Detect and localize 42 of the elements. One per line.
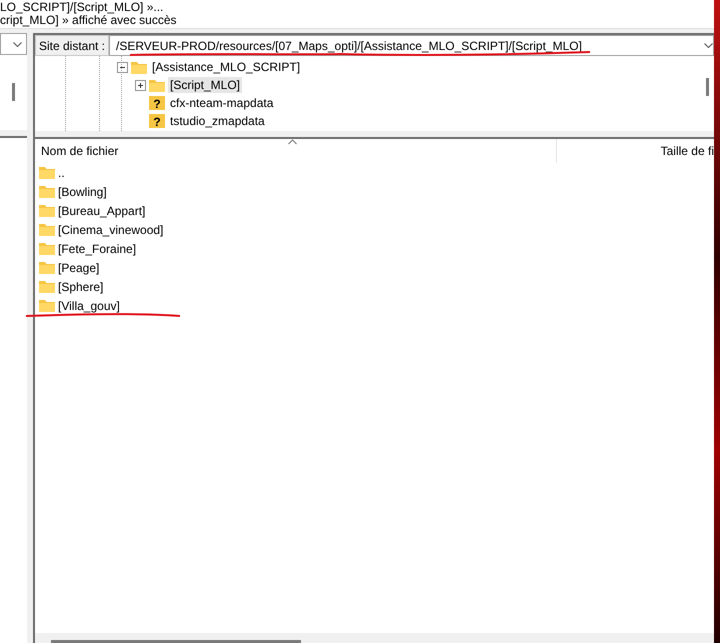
chevron-down-icon: [704, 43, 713, 48]
file-name[interactable]: [Sphere]: [58, 280, 104, 294]
chevron-down-icon: [13, 42, 22, 46]
folder-icon: [39, 204, 55, 217]
folder-icon: [39, 280, 55, 293]
local-path-dropdown[interactable]: [0, 33, 27, 55]
log-line: cript_MLO] » affiché avec succès: [0, 14, 178, 27]
scrollbar-thumb[interactable]: [706, 78, 708, 96]
scrollbar-thumb[interactable]: [12, 83, 15, 101]
file-name[interactable]: [Villa_gouv]: [58, 298, 120, 312]
column-header[interactable]: Taille de fi: [557, 139, 714, 163]
scrollbar-thumb[interactable]: [51, 640, 301, 643]
log-line: LO_SCRIPT]/[Script_MLO] »...: [0, 1, 164, 14]
field-label: Site distant :: [35, 35, 109, 56]
file-name[interactable]: [Bowling]: [58, 184, 107, 198]
file-name[interactable]: [Bureau_Appart]: [58, 204, 146, 218]
column-header[interactable]: Nom de fichier: [35, 139, 557, 163]
folder-icon: [39, 299, 55, 312]
unknown-file-icon: ?: [149, 96, 165, 110]
splitter-bar[interactable]: [0, 130, 27, 138]
folder-icon: [39, 242, 55, 255]
file-name[interactable]: [Cinema_vinewood]: [58, 222, 164, 236]
plus-icon: [137, 82, 144, 88]
file-name[interactable]: ..: [58, 166, 65, 180]
splitter-bar[interactable]: [35, 131, 714, 139]
remote-path-field[interactable]: /SERVEUR-PROD/resources/[07_Maps_opti]/[Assistance_MLO_SCRIPT]/[Script_MLO]: [109, 35, 714, 56]
collapse-toggle[interactable]: [117, 62, 128, 72]
folder-icon: [39, 166, 55, 179]
tree-item[interactable]: [Script_MLO]: [168, 77, 242, 93]
sort-caret-icon: [288, 139, 297, 145]
unknown-file-icon: ?: [149, 114, 165, 128]
tree-item[interactable]: [Assistance_MLO_SCRIPT]: [150, 59, 302, 75]
folder-icon: [131, 60, 147, 74]
expand-toggle[interactable]: [135, 80, 146, 90]
folder-icon: [39, 223, 55, 236]
tree-item[interactable]: tstudio_zmapdata: [168, 113, 267, 129]
folder-icon: [149, 78, 165, 92]
file-name[interactable]: [Peage]: [58, 260, 100, 274]
tree-item[interactable]: cfx-nteam-mapdata: [168, 95, 276, 111]
file-name[interactable]: [Fete_Foraine]: [58, 242, 136, 256]
folder-icon: [39, 185, 55, 198]
folder-icon: [39, 261, 55, 274]
